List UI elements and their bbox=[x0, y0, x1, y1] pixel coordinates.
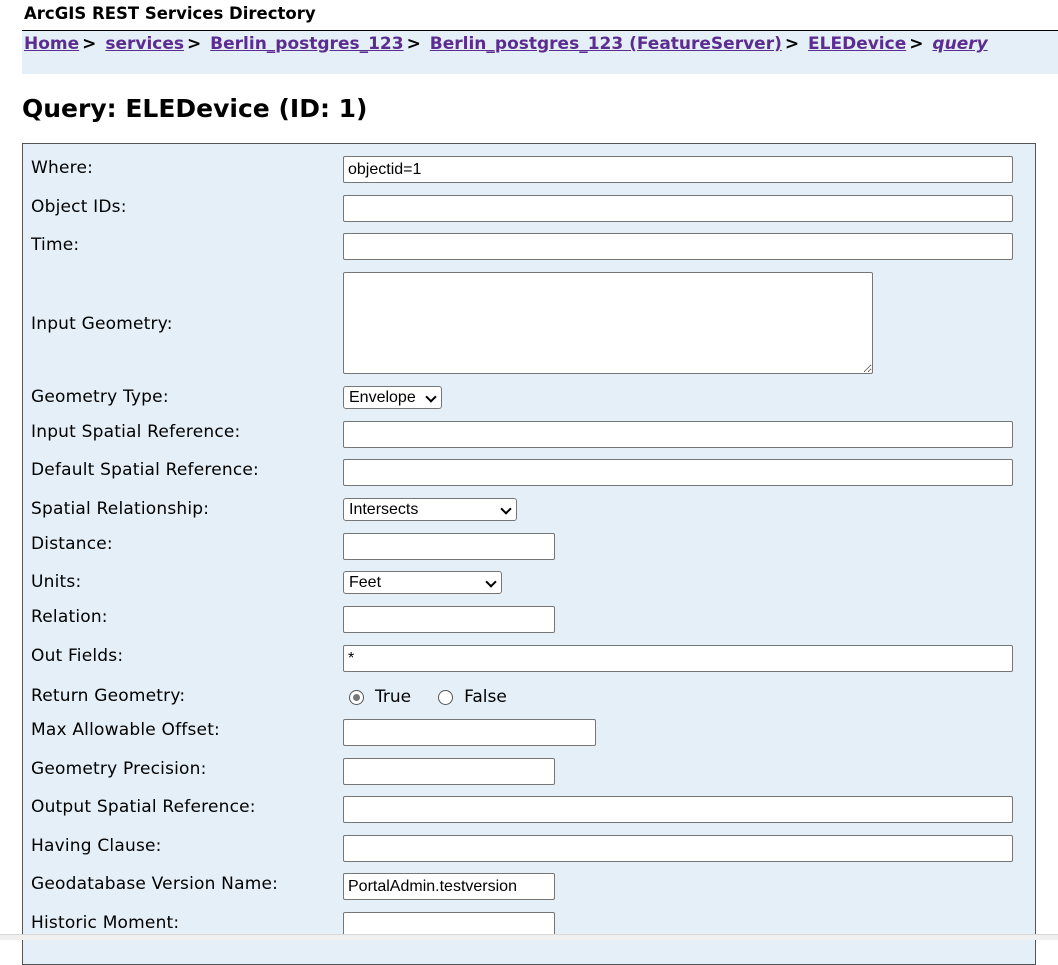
output-sr-input[interactable] bbox=[343, 796, 1013, 823]
having-label: Having Clause: bbox=[31, 836, 162, 856]
spatial-rel-label: Spatial Relationship: bbox=[31, 499, 210, 519]
time-label: Time: bbox=[31, 235, 80, 255]
default-sr-label: Default Spatial Reference: bbox=[31, 460, 259, 480]
breadcrumb-query[interactable]: query bbox=[932, 34, 987, 54]
input-sr-input[interactable] bbox=[343, 421, 1013, 448]
chevron-down-icon bbox=[486, 578, 496, 588]
breadcrumb-separator: > bbox=[406, 34, 421, 54]
distance-input[interactable] bbox=[343, 533, 555, 560]
geom-precision-label: Geometry Precision: bbox=[31, 759, 207, 779]
page-title: Query: ELEDevice (ID: 1) bbox=[22, 94, 368, 123]
historic-moment-label: Historic Moment: bbox=[31, 913, 180, 933]
return-geometry-radio-group: True False bbox=[349, 687, 534, 707]
return-geometry-false-label: False bbox=[464, 687, 507, 707]
input-geometry-textarea[interactable] bbox=[343, 272, 873, 374]
geometry-type-select[interactable]: Envelope bbox=[343, 386, 442, 409]
chevron-down-icon bbox=[426, 393, 436, 403]
gdb-version-label: Geodatabase Version Name: bbox=[31, 874, 279, 894]
where-input[interactable] bbox=[343, 156, 1013, 183]
breadcrumb-separator: > bbox=[187, 34, 202, 54]
horizontal-scrollbar[interactable] bbox=[0, 934, 1058, 940]
input-geometry-label: Input Geometry: bbox=[31, 314, 173, 334]
distance-label: Distance: bbox=[31, 534, 113, 554]
where-label: Where: bbox=[31, 158, 94, 178]
breadcrumb-layer[interactable]: ELEDevice bbox=[808, 34, 906, 54]
input-sr-label: Input Spatial Reference: bbox=[31, 422, 241, 442]
object-ids-label: Object IDs: bbox=[31, 197, 127, 217]
return-geometry-false-radio[interactable] bbox=[438, 689, 454, 705]
app-title: ArcGIS REST Services Directory bbox=[24, 4, 316, 23]
breadcrumb-home[interactable]: Home bbox=[24, 34, 79, 54]
chevron-down-icon bbox=[501, 505, 511, 515]
max-offset-input[interactable] bbox=[343, 719, 596, 746]
relation-label: Relation: bbox=[31, 607, 108, 627]
breadcrumb-services[interactable]: services bbox=[105, 34, 184, 54]
return-geometry-label: Return Geometry: bbox=[31, 686, 186, 706]
geom-precision-input[interactable] bbox=[343, 758, 555, 785]
out-fields-input[interactable] bbox=[343, 645, 1013, 672]
breadcrumb-featureserver[interactable]: Berlin_postgres_123 (FeatureServer) bbox=[430, 34, 782, 54]
units-label: Units: bbox=[31, 572, 82, 592]
query-form: Where: Object IDs: Time: Input Geometry:… bbox=[22, 143, 1036, 965]
breadcrumb-separator: > bbox=[909, 34, 924, 54]
geometry-type-value: Envelope bbox=[349, 388, 416, 406]
gdb-version-input[interactable] bbox=[343, 873, 555, 900]
breadcrumb-separator: > bbox=[82, 34, 97, 54]
breadcrumb: Home > services > Berlin_postgres_123 > Ber… bbox=[24, 34, 988, 54]
spatial-rel-value: Intersects bbox=[349, 500, 419, 518]
geometry-type-label: Geometry Type: bbox=[31, 387, 169, 407]
return-geometry-true-label: True bbox=[375, 687, 412, 707]
default-sr-input[interactable] bbox=[343, 459, 1013, 486]
return-geometry-true-radio[interactable] bbox=[349, 689, 364, 705]
breadcrumb-folder[interactable]: Berlin_postgres_123 bbox=[210, 34, 403, 54]
time-input[interactable] bbox=[343, 233, 1013, 260]
units-value: Feet bbox=[349, 573, 382, 591]
object-ids-input[interactable] bbox=[343, 195, 1013, 222]
having-input[interactable] bbox=[343, 835, 1013, 862]
breadcrumb-separator: > bbox=[784, 34, 800, 54]
breadcrumb-bar: Home > services > Berlin_postgres_123 > Ber… bbox=[22, 30, 1058, 74]
units-select[interactable]: Feet bbox=[343, 571, 502, 594]
out-fields-label: Out Fields: bbox=[31, 646, 124, 666]
max-offset-label: Max Allowable Offset: bbox=[31, 720, 220, 740]
spatial-rel-select[interactable]: Intersects bbox=[343, 498, 517, 521]
output-sr-label: Output Spatial Reference: bbox=[31, 797, 256, 817]
relation-input[interactable] bbox=[343, 606, 555, 633]
